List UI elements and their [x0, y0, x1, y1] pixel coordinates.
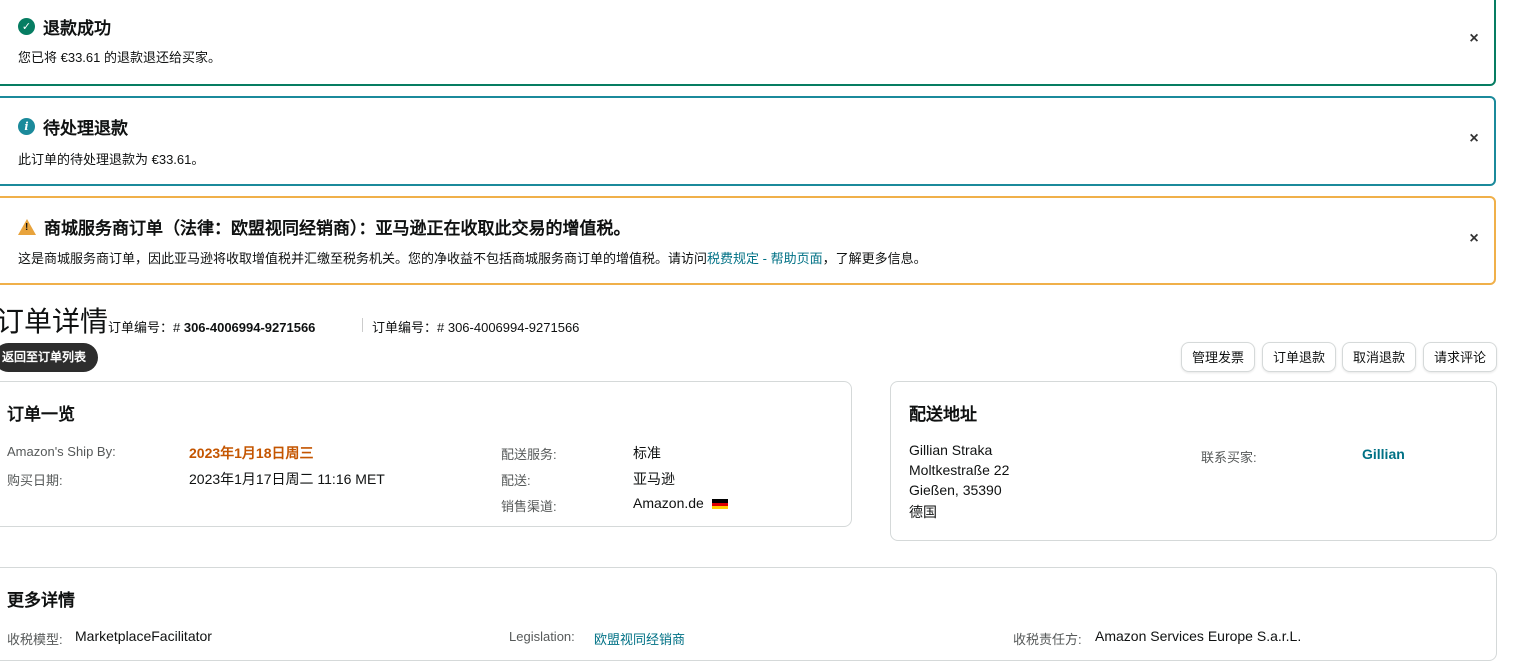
fulfillment-value: 亚马逊 [633, 471, 675, 487]
alert-body: 这是商城服务商订单，因此亚马逊将收取增值税并汇缴至税务机关。您的净收益不包括商城… [18, 251, 927, 266]
order-number: 订单编号：# 306-4006994-9271566 [108, 320, 316, 335]
pending-refund-alert: i 待处理退款 此订单的待处理退款为 €33.61。 × [0, 96, 1496, 186]
tax-model-value: MarketplaceFacilitator [75, 628, 212, 644]
purchase-date-label: 购买日期: [7, 473, 63, 488]
vat-warning-alert: ! 商城服务商订单（法律：欧盟视同经销商）：亚马逊正在收取此交易的增值税。 这是… [0, 196, 1496, 285]
fulfillment-label: 配送: [501, 473, 531, 488]
ship-by-label: Amazon's Ship By: [7, 444, 116, 459]
purchase-date-value: 2023年1月17日周二 11:16 MET [189, 471, 385, 487]
sales-channel: Amazon.de [633, 495, 728, 511]
order-number-secondary: 订单编号：# 306-4006994-9271566 [372, 320, 580, 335]
ship-by-value: 2023年1月18日周三 [189, 445, 314, 461]
page-title: 订单详情 [0, 306, 109, 337]
tax-model-label: 收税模型: [7, 632, 63, 647]
legislation-label: Legislation: [509, 629, 575, 644]
more-details-card: 更多详情 收税模型: MarketplaceFacilitator Legisl… [0, 567, 1497, 661]
tax-policy-help-link[interactable]: 税费规定 - 帮助页面 [707, 251, 823, 266]
alert-body: 您已将 €33.61 的退款退还给买家。 [18, 50, 221, 65]
info-icon: i [18, 118, 35, 135]
alert-title: ! 商城服务商订单（法律：欧盟视同经销商）：亚马逊正在收取此交易的增值税。 [18, 214, 631, 239]
card-title: 更多详情 [7, 591, 75, 610]
address-line: Moltkestraße 22 [909, 462, 1010, 478]
close-icon[interactable]: × [1464, 129, 1484, 149]
close-icon[interactable]: × [1464, 229, 1484, 249]
contact-buyer-label: 联系买家: [1201, 450, 1257, 465]
refund-order-button[interactable]: 订单退款 [1262, 342, 1337, 372]
address-line: 德国 [909, 504, 937, 520]
warning-icon: ! [18, 218, 36, 235]
back-to-orders-button[interactable]: 返回至订单列表 [0, 343, 99, 372]
request-review-button[interactable]: 请求评论 [1423, 342, 1498, 372]
alert-title: ✓ 退款成功 [18, 14, 111, 39]
tax-party-label: 收税责任方: [1013, 632, 1082, 647]
manage-invoice-button[interactable]: 管理发票 [1181, 342, 1256, 372]
germany-flag-icon [711, 499, 728, 510]
order-summary-card: 订单一览 Amazon's Ship By: 2023年1月18日周三 购买日期… [0, 381, 852, 527]
sales-channel-label: 销售渠道: [501, 499, 557, 514]
address-line: Gießen, 35390 [909, 482, 1002, 498]
legislation-link[interactable]: 欧盟视同经销商 [594, 629, 685, 648]
card-title: 配送地址 [909, 405, 977, 424]
shipping-service-label: 配送服务: [501, 447, 557, 462]
card-title: 订单一览 [7, 405, 75, 424]
check-circle-icon: ✓ [18, 18, 35, 35]
tax-party-value: Amazon Services Europe S.a.r.L. [1095, 628, 1302, 644]
shipping-service-value: 标准 [633, 445, 661, 461]
divider [362, 318, 363, 332]
close-icon[interactable]: × [1464, 29, 1484, 49]
alert-body: 此订单的待处理退款为 €33.61。 [18, 152, 205, 167]
address-line: Gillian Straka [909, 442, 993, 458]
alert-title: i 待处理退款 [18, 114, 128, 139]
shipping-address-card: 配送地址 Gillian Straka Moltkestraße 22 Gieß… [890, 381, 1497, 541]
contact-buyer-link[interactable]: Gillian [1362, 446, 1405, 462]
cancel-refund-button[interactable]: 取消退款 [1342, 342, 1417, 372]
refund-success-alert: ✓ 退款成功 您已将 €33.61 的退款退还给买家。 × [0, 0, 1496, 86]
